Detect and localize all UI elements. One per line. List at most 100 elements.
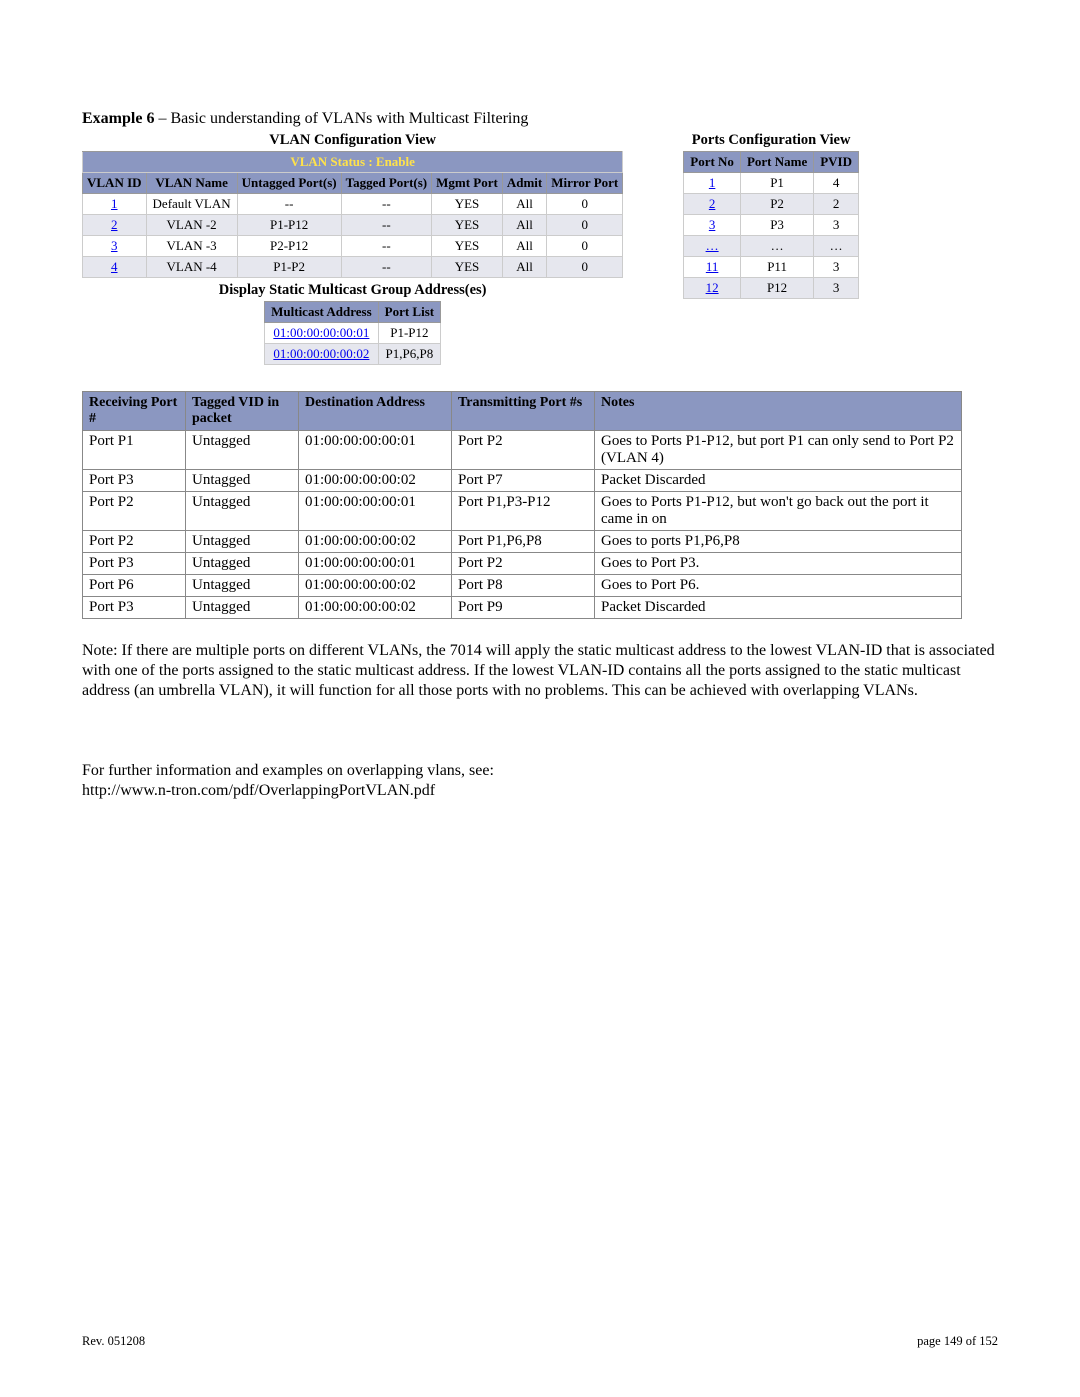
mcast-row: 01:00:00:00:00:01 P1-P12: [265, 323, 441, 344]
vlan-config-title: VLAN Configuration View: [82, 132, 623, 149]
ports-th-name: Port Name: [740, 152, 813, 173]
port-no-link[interactable]: 12: [706, 280, 719, 295]
vlan-cell: YES: [432, 257, 503, 278]
vlan-th-name: VLAN Name: [146, 173, 237, 194]
scen-cell: Untagged: [186, 492, 299, 531]
ports-row: 12 P12 3: [684, 278, 859, 299]
scen-cell: 01:00:00:00:00:02: [299, 470, 452, 492]
scen-cell: Port P7: [452, 470, 595, 492]
vlan-id-link[interactable]: 4: [111, 259, 118, 274]
scenario-header-row: Receiving Port # Tagged VID in packet De…: [83, 392, 962, 431]
vlan-table: VLAN Status : Enable VLAN ID VLAN Name U…: [82, 151, 623, 278]
scen-th-tx: Transmitting Port #s: [452, 392, 595, 431]
mcast-th-ports: Port List: [378, 302, 440, 323]
ports-th-pvid: PVID: [814, 152, 859, 173]
vlan-th-mgmt: Mgmt Port: [432, 173, 503, 194]
mcast-header-row: Multicast Address Port List: [265, 302, 441, 323]
vlan-cell: --: [341, 215, 432, 236]
scen-cell: Untagged: [186, 531, 299, 553]
vlan-id-link[interactable]: 3: [111, 238, 118, 253]
scen-cell: Port P6: [83, 575, 186, 597]
mcast-table: Multicast Address Port List 01:00:00:00:…: [264, 301, 441, 365]
vlan-cell: Default VLAN: [146, 194, 237, 215]
vlan-cell: 0: [547, 215, 623, 236]
ports-cell: 4: [814, 173, 859, 194]
scen-cell: 01:00:00:00:00:01: [299, 492, 452, 531]
vlan-cell: --: [341, 257, 432, 278]
vlan-status-bar: VLAN Status : Enable: [83, 152, 623, 173]
vlan-cell: All: [502, 194, 546, 215]
scen-cell: Port P1,P6,P8: [452, 531, 595, 553]
port-no-link[interactable]: 3: [709, 217, 716, 232]
scen-cell: Untagged: [186, 470, 299, 492]
mcast-addr-link[interactable]: 01:00:00:00:00:02: [273, 346, 369, 361]
ports-cell: P12: [740, 278, 813, 299]
vlan-cell: --: [237, 194, 341, 215]
vlan-cell: YES: [432, 236, 503, 257]
vlan-cell: P2-P12: [237, 236, 341, 257]
vlan-id-link[interactable]: 1: [111, 196, 118, 211]
scen-cell: Untagged: [186, 597, 299, 619]
scen-cell: Untagged: [186, 431, 299, 470]
vlan-cell: VLAN -4: [146, 257, 237, 278]
vlan-th-id: VLAN ID: [83, 173, 147, 194]
scen-cell: Port P2: [452, 431, 595, 470]
vlan-id-link[interactable]: 2: [111, 217, 118, 232]
mcast-cell: P1,P6,P8: [378, 344, 440, 365]
scen-cell: Port P3: [83, 597, 186, 619]
mcast-title: Display Static Multicast Group Address(e…: [82, 282, 623, 299]
ports-row: 11 P11 3: [684, 257, 859, 278]
example-title: Example 6 – Basic understanding of VLANs…: [82, 110, 998, 128]
ports-cell: 3: [814, 257, 859, 278]
vlan-cell: --: [341, 194, 432, 215]
vlan-cell: P1-P12: [237, 215, 341, 236]
vlan-header-row: VLAN ID VLAN Name Untagged Port(s) Tagge…: [83, 173, 623, 194]
scenario-row: Port P2 Untagged 01:00:00:00:00:01 Port …: [83, 492, 962, 531]
footer: Rev. 051208 page 149 of 152: [82, 1334, 998, 1349]
scenario-row: Port P3 Untagged 01:00:00:00:00:01 Port …: [83, 553, 962, 575]
ports-cell: 3: [814, 278, 859, 299]
ports-cell: 2: [814, 194, 859, 215]
scen-cell: Port P1,P3-P12: [452, 492, 595, 531]
scen-cell: Untagged: [186, 575, 299, 597]
vlan-row: 1 Default VLAN -- -- YES All 0: [83, 194, 623, 215]
scenario-row: Port P2 Untagged 01:00:00:00:00:02 Port …: [83, 531, 962, 553]
example-number: Example 6: [82, 110, 154, 127]
port-no-link[interactable]: 1: [709, 175, 716, 190]
scenario-row: Port P6 Untagged 01:00:00:00:00:02 Port …: [83, 575, 962, 597]
scen-cell: Port P3: [83, 553, 186, 575]
vlan-cell: --: [341, 236, 432, 257]
ports-row: 3 P3 3: [684, 215, 859, 236]
port-no-link[interactable]: 2: [709, 196, 716, 211]
vlan-row: 3 VLAN -3 P2-P12 -- YES All 0: [83, 236, 623, 257]
ports-cell: …: [814, 236, 859, 257]
scen-cell: 01:00:00:00:00:01: [299, 553, 452, 575]
vlan-row: 4 VLAN -4 P1-P2 -- YES All 0: [83, 257, 623, 278]
vlan-cell: 0: [547, 194, 623, 215]
vlan-th-tagged: Tagged Port(s): [341, 173, 432, 194]
scen-cell: Port P8: [452, 575, 595, 597]
scen-cell: Port P3: [83, 470, 186, 492]
scen-cell: Goes to Port P3.: [595, 553, 962, 575]
ports-th-no: Port No: [684, 152, 741, 173]
vlan-cell: YES: [432, 194, 503, 215]
port-no-link[interactable]: 11: [706, 259, 719, 274]
scen-th-notes: Notes: [595, 392, 962, 431]
page: Example 6 – Basic understanding of VLANs…: [0, 0, 1080, 1397]
scen-cell: 01:00:00:00:00:01: [299, 431, 452, 470]
vlan-cell: All: [502, 215, 546, 236]
scen-cell: Goes to ports P1,P6,P8: [595, 531, 962, 553]
mcast-row: 01:00:00:00:00:02 P1,P6,P8: [265, 344, 441, 365]
mcast-addr-link[interactable]: 01:00:00:00:00:01: [273, 325, 369, 340]
scen-cell: 01:00:00:00:00:02: [299, 575, 452, 597]
scen-cell: Untagged: [186, 553, 299, 575]
scen-cell: Port P2: [452, 553, 595, 575]
scenario-row: Port P3 Untagged 01:00:00:00:00:02 Port …: [83, 597, 962, 619]
ports-cell: P1: [740, 173, 813, 194]
top-row: VLAN Configuration View VLAN Status : En…: [82, 132, 998, 365]
scen-cell: Packet Discarded: [595, 470, 962, 492]
vlan-cell: All: [502, 236, 546, 257]
port-no-link[interactable]: …: [706, 238, 719, 253]
further-line1: For further information and examples on …: [82, 762, 494, 779]
scen-cell: 01:00:00:00:00:02: [299, 597, 452, 619]
